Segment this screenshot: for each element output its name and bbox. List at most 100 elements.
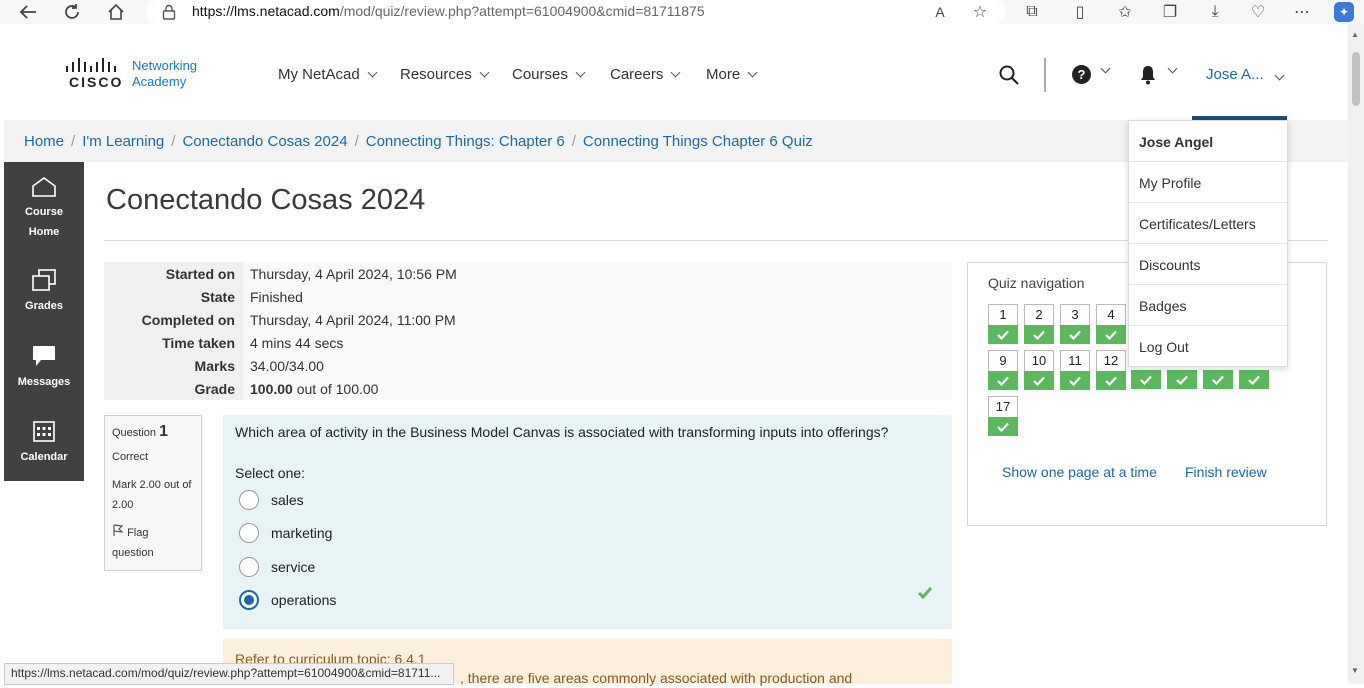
correct-check-icon [1060,371,1090,390]
select-one-label: Select one: [235,465,306,481]
table-row: Grade 100.00 out of 100.00 [104,377,952,400]
dropdown-divider [1129,325,1287,326]
bell-icon[interactable] [1139,65,1157,85]
nav-label: Careers [610,66,664,83]
radio-button[interactable] [239,557,259,577]
quiz-nav-button[interactable]: 3 [1060,304,1090,344]
table-row: Marks 34.00/34.00 [104,354,952,377]
question-mark: Mark 2.00 out of 2.00 [112,479,192,511]
answer-option-marketing[interactable]: marketing [239,523,332,543]
answer-option-operations[interactable]: operations [239,590,336,610]
nav-my-netacad[interactable]: My NetAcad [278,66,378,83]
breadcrumb-separator: / [571,132,576,150]
page-content: CISCO Networking Academy My NetAcad Reso… [4,24,1348,686]
copilot-icon[interactable]: ✦ [1334,2,1354,22]
quiz-nav-button[interactable]: 4 [1096,304,1126,344]
cisco-networking-academy-logo[interactable]: CISCO Networking Academy [64,56,204,92]
dropdown-divider [1129,202,1287,203]
page-scrollbar[interactable]: ▲ ▼ [1348,24,1364,684]
answer-option-sales[interactable]: sales [239,490,304,510]
quiz-nav-button[interactable]: 1 [988,304,1018,344]
question-index: 12 [1103,353,1119,368]
summary-label: Time taken [104,331,243,354]
dropdown-item-discounts[interactable]: Discounts [1139,257,1200,273]
flag-question-button[interactable]: Flag question [112,523,194,563]
correct-check-icon [1024,371,1054,390]
more-options-icon[interactable]: ⋯ [1292,2,1312,22]
summary-value: Thursday, 4 April 2024, 10:56 PM [243,262,952,285]
sidebar-item-messages[interactable]: Messages [4,344,84,392]
sidebar-label: Messages [17,376,71,388]
collections-icon[interactable]: ❐ [1160,2,1180,22]
scrollbar-thumb[interactable] [1352,52,1360,106]
read-aloud-icon[interactable]: A [930,2,950,22]
summary-value: Thursday, 4 April 2024, 11:00 PM [243,308,952,331]
quiz-nav-button[interactable]: 17 [988,396,1018,436]
correct-check-icon [1203,370,1233,389]
question-index: 10 [1031,353,1047,368]
back-icon[interactable] [18,2,38,22]
chevron-down-icon [575,67,586,78]
question-index: 2 [1035,307,1043,322]
table-row: Started on Thursday, 4 April 2024, 10:56 … [104,262,952,285]
scroll-down-arrow-icon[interactable]: ▼ [1351,666,1359,675]
address-bar[interactable]: https://lms.netacad.com/mod/quiz/review.… [146,0,1006,24]
breadcrumb-chapter[interactable]: Connecting Things: Chapter 6 [366,133,565,150]
quiz-nav-button[interactable]: 9 [988,350,1018,390]
finish-review-link[interactable]: Finish review [1185,464,1267,480]
favorites-icon[interactable]: ✩ [1115,2,1135,22]
notifications-chevron-down-icon[interactable] [1167,63,1178,74]
reload-icon[interactable] [62,2,82,22]
home-icon[interactable] [106,2,126,22]
dropdown-item-certificates[interactable]: Certificates/Letters [1139,216,1256,232]
cisco-wordmark: CISCO [69,74,123,90]
nav-careers[interactable]: Careers [610,66,681,83]
url-text: https://lms.netacad.com/mod/quiz/review.… [192,3,705,19]
radio-button[interactable] [239,490,259,510]
radio-button[interactable] [239,523,259,543]
downloads-icon[interactable]: ⤓ [1205,2,1225,22]
show-one-page-link[interactable]: Show one page at a time [1002,464,1157,480]
quiz-nav-button[interactable]: 2 [1024,304,1054,344]
radio-button-selected[interactable] [239,590,259,610]
dropdown-item-log-out[interactable]: Log Out [1139,339,1189,355]
question-label: Question [112,427,157,439]
breadcrumb-home[interactable]: Home [24,133,64,150]
favorite-star-icon[interactable]: ☆ [970,2,990,22]
nav-resources[interactable]: Resources [400,66,490,83]
summary-label: Grade [104,377,243,400]
summary-label: State [104,285,243,308]
question-number: Question 1 [112,422,194,443]
extensions-icon[interactable]: ⧉ [1022,2,1042,22]
search-icon[interactable] [998,64,1020,86]
user-menu-button[interactable]: Jose A... [1206,66,1284,83]
calendar-icon [33,421,55,442]
nav-more[interactable]: More [706,66,758,83]
split-screen-icon[interactable]: ▯ [1070,2,1090,22]
nav-courses[interactable]: Courses [512,66,586,83]
quiz-nav-button[interactable]: 10 [1024,350,1054,390]
breadcrumb-course[interactable]: Conectando Cosas 2024 [182,133,347,150]
help-chevron-down-icon[interactable] [1100,63,1111,74]
grades-icon [32,269,56,291]
help-icon[interactable]: ? [1072,65,1091,84]
quiz-nav-button[interactable]: 11 [1060,350,1090,390]
summary-value: 100.00 out of 100.00 [243,377,952,400]
sidebar-item-calendar[interactable]: Calendar [4,419,84,467]
page-title: Conectando Cosas 2024 [106,184,426,216]
breadcrumb-quiz[interactable]: Connecting Things Chapter 6 Quiz [583,133,813,150]
sidebar-item-course-home[interactable]: Course Home [4,176,84,242]
breadcrumb-im-learning[interactable]: I'm Learning [82,133,164,150]
answer-option-service[interactable]: service [239,557,315,577]
question-index: 1 [999,307,1007,322]
dropdown-item-my-profile[interactable]: My Profile [1139,175,1201,191]
quiz-nav-button[interactable]: 12 [1096,350,1126,390]
scroll-up-arrow-icon[interactable]: ▲ [1351,30,1359,39]
dropdown-divider [1129,243,1287,244]
browser-essentials-icon[interactable]: ♡ [1248,2,1268,22]
dropdown-item-badges[interactable]: Badges [1139,298,1186,314]
flag-icon [113,524,124,536]
question-info-box: Question 1 Correct Mark 2.00 out of 2.00… [104,415,202,571]
sidebar-item-grades[interactable]: Grades [4,268,84,316]
quiz-navigation-title: Quiz navigation [988,275,1085,291]
